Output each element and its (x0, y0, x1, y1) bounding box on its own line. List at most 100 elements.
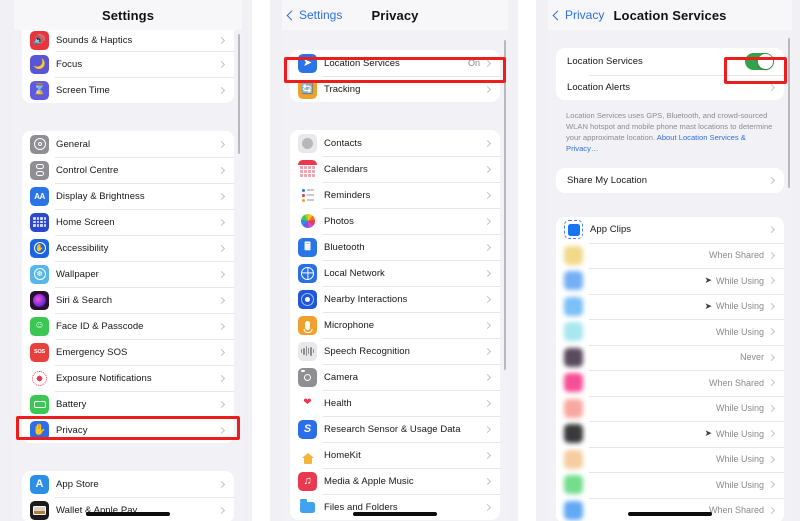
sidebar-item-face-id[interactable]: ☺ Face ID & Passcode (22, 313, 234, 339)
chevron-right-icon (483, 503, 492, 511)
privacy-item-contacts[interactable]: Contacts (290, 130, 500, 156)
app-permission-row[interactable]: App Clips (556, 217, 784, 243)
app-icon (564, 271, 583, 291)
sidebar-item-general[interactable]: General (22, 131, 234, 157)
app-icon (564, 296, 583, 316)
row-label: Screen Time (56, 84, 110, 96)
privacy-item-camera[interactable]: Camera (290, 364, 500, 390)
row-label: Tracking (324, 83, 361, 95)
privacy-item-media-apple-music[interactable]: ♫ Media & Apple Music (290, 468, 500, 494)
location-services-toggle[interactable] (745, 53, 774, 70)
sidebar-item-wallet[interactable]: Wallet & Apple Pay (22, 497, 234, 521)
row-label: Files and Folders (324, 501, 398, 513)
music-note-icon: ♫ (298, 471, 317, 491)
app-permission-row[interactable]: When Shared (556, 370, 784, 396)
location-services-scroll-area[interactable]: Location Services Location Alerts Locati… (548, 30, 792, 521)
chevron-right-icon (483, 451, 492, 459)
row-label: Wallpaper (56, 268, 99, 280)
chevron-left-icon (552, 10, 563, 20)
chevron-right-icon (483, 321, 492, 329)
row-label: Reminders (324, 189, 371, 201)
settings-scroll-area[interactable]: 🔊 Sounds & Haptics 🌙 Focus ⌛ Screen Time… (14, 30, 242, 521)
gear-icon (30, 134, 49, 154)
scrollbar-3[interactable] (787, 38, 790, 188)
privacy-item-calendars[interactable]: Calendars (290, 156, 500, 182)
row-label: Local Network (324, 267, 385, 279)
app-permission-row[interactable]: When Shared (556, 242, 784, 268)
location-services-toggle-row[interactable]: Location Services (556, 48, 784, 75)
hand-privacy-icon: ✋ (30, 420, 49, 440)
privacy-scroll-area[interactable]: ➤ Location Services On 🔄 Tracking Contac… (282, 30, 508, 521)
sidebar-item-siri-search[interactable]: Siri & Search (22, 287, 234, 313)
app-icon-art (564, 322, 583, 342)
app-permission-row[interactable]: While Using (556, 472, 784, 498)
privacy-item-health[interactable]: ❤ Health (290, 390, 500, 416)
app-icon-art (564, 296, 583, 316)
permission-value-group: While Using (716, 480, 769, 490)
chevron-right-icon (767, 83, 776, 92)
sidebar-item-accessibility[interactable]: ✋ Accessibility (22, 235, 234, 261)
app-icon (564, 373, 583, 393)
scrollbar-1[interactable] (237, 34, 240, 154)
chevron-right-icon (217, 296, 226, 304)
sidebar-item-home-screen[interactable]: Home Screen (22, 209, 234, 235)
sidebar-item-focus[interactable]: 🌙 Focus (22, 51, 234, 77)
sidebar-item-app-store[interactable]: A App Store (22, 471, 234, 497)
privacy-item-bluetooth[interactable]: 🖩 Bluetooth (290, 234, 500, 260)
sidebar-item-battery[interactable]: Battery (22, 391, 234, 417)
app-permission-row[interactable]: When Shared (556, 497, 784, 521)
back-button-settings[interactable]: Settings (286, 8, 343, 22)
app-icon (564, 347, 583, 367)
privacy-item-microphone[interactable]: Microphone (290, 312, 500, 338)
app-permission-row[interactable]: ➤ While Using (556, 293, 784, 319)
scrollbar-2[interactable] (503, 40, 506, 370)
sidebar-item-display-brightness[interactable]: AA Display & Brightness (22, 183, 234, 209)
permission-value: While Using (715, 428, 764, 439)
sidebar-item-privacy[interactable]: ✋ Privacy (22, 417, 234, 443)
privacy-item-files-and-folders[interactable]: Files and Folders (290, 494, 500, 520)
privacy-item-tracking[interactable]: 🔄 Tracking (290, 76, 500, 102)
app-permission-row[interactable]: While Using (556, 395, 784, 421)
privacy-item-homekit[interactable]: HomeKit (290, 442, 500, 468)
privacy-item-speech-recognition[interactable]: Speech Recognition (290, 338, 500, 364)
back-button-label: Settings (299, 8, 343, 22)
sidebar-item-control-centre[interactable]: Control Centre (22, 157, 234, 183)
share-my-location-row[interactable]: Share My Location (556, 168, 784, 193)
app-permission-row[interactable]: While Using (556, 319, 784, 345)
permission-value: When Shared (708, 377, 764, 388)
sidebar-item-sounds[interactable]: 🔊 Sounds & Haptics (22, 30, 234, 51)
back-button-privacy[interactable]: Privacy (552, 8, 604, 22)
app-permission-row[interactable]: While Using (556, 446, 784, 472)
permission-value-group: While Using (716, 403, 769, 413)
privacy-item-local-network[interactable]: Local Network (290, 260, 500, 286)
phone-screen-1: Settings 🔊 Sounds & Haptics 🌙 Focus ⌛ Sc… (14, 0, 242, 521)
app-permission-row[interactable]: ➤ While Using (556, 421, 784, 447)
accessibility-icon: ✋ (30, 238, 49, 258)
sidebar-item-exposure-notifications[interactable]: Exposure Notifications (22, 365, 234, 391)
sidebar-item-screen-time[interactable]: ⌛ Screen Time (22, 77, 234, 103)
sidebar-item-wallpaper[interactable]: ❆ Wallpaper (22, 261, 234, 287)
privacy-item-location-services[interactable]: ➤ Location Services On (290, 50, 500, 76)
privacy-item-research-sensor[interactable]: S Research Sensor & Usage Data (290, 416, 500, 442)
location-toggle-group: Location Services Location Alerts (556, 48, 784, 100)
permission-value-group: ➤ While Using (704, 301, 769, 312)
app-permission-row[interactable]: Never (556, 344, 784, 370)
location-alerts-row[interactable]: Location Alerts (556, 75, 784, 100)
chevron-right-icon (217, 374, 226, 382)
sidebar-item-emergency-sos[interactable]: SOS Emergency SOS (22, 339, 234, 365)
phone-screen-2: Settings Privacy ➤ Location Services On (282, 0, 508, 521)
app-permission-row[interactable]: ➤ While Using (556, 268, 784, 294)
privacy-item-reminders[interactable]: Reminders (290, 182, 500, 208)
privacy-item-nearby-interactions[interactable]: Nearby Interactions (290, 286, 500, 312)
battery-icon (30, 394, 49, 414)
privacy-item-photos[interactable]: Photos (290, 208, 500, 234)
row-label: Camera (324, 371, 359, 383)
chevron-right-icon (483, 269, 492, 277)
wallet-icon (30, 500, 49, 520)
permission-value-group: When Shared (709, 505, 769, 515)
bluetooth-icon: 🖩 (298, 237, 317, 257)
app-permission-list: App Clips When Shared ➤ While Using ➤ While U… (556, 217, 784, 521)
